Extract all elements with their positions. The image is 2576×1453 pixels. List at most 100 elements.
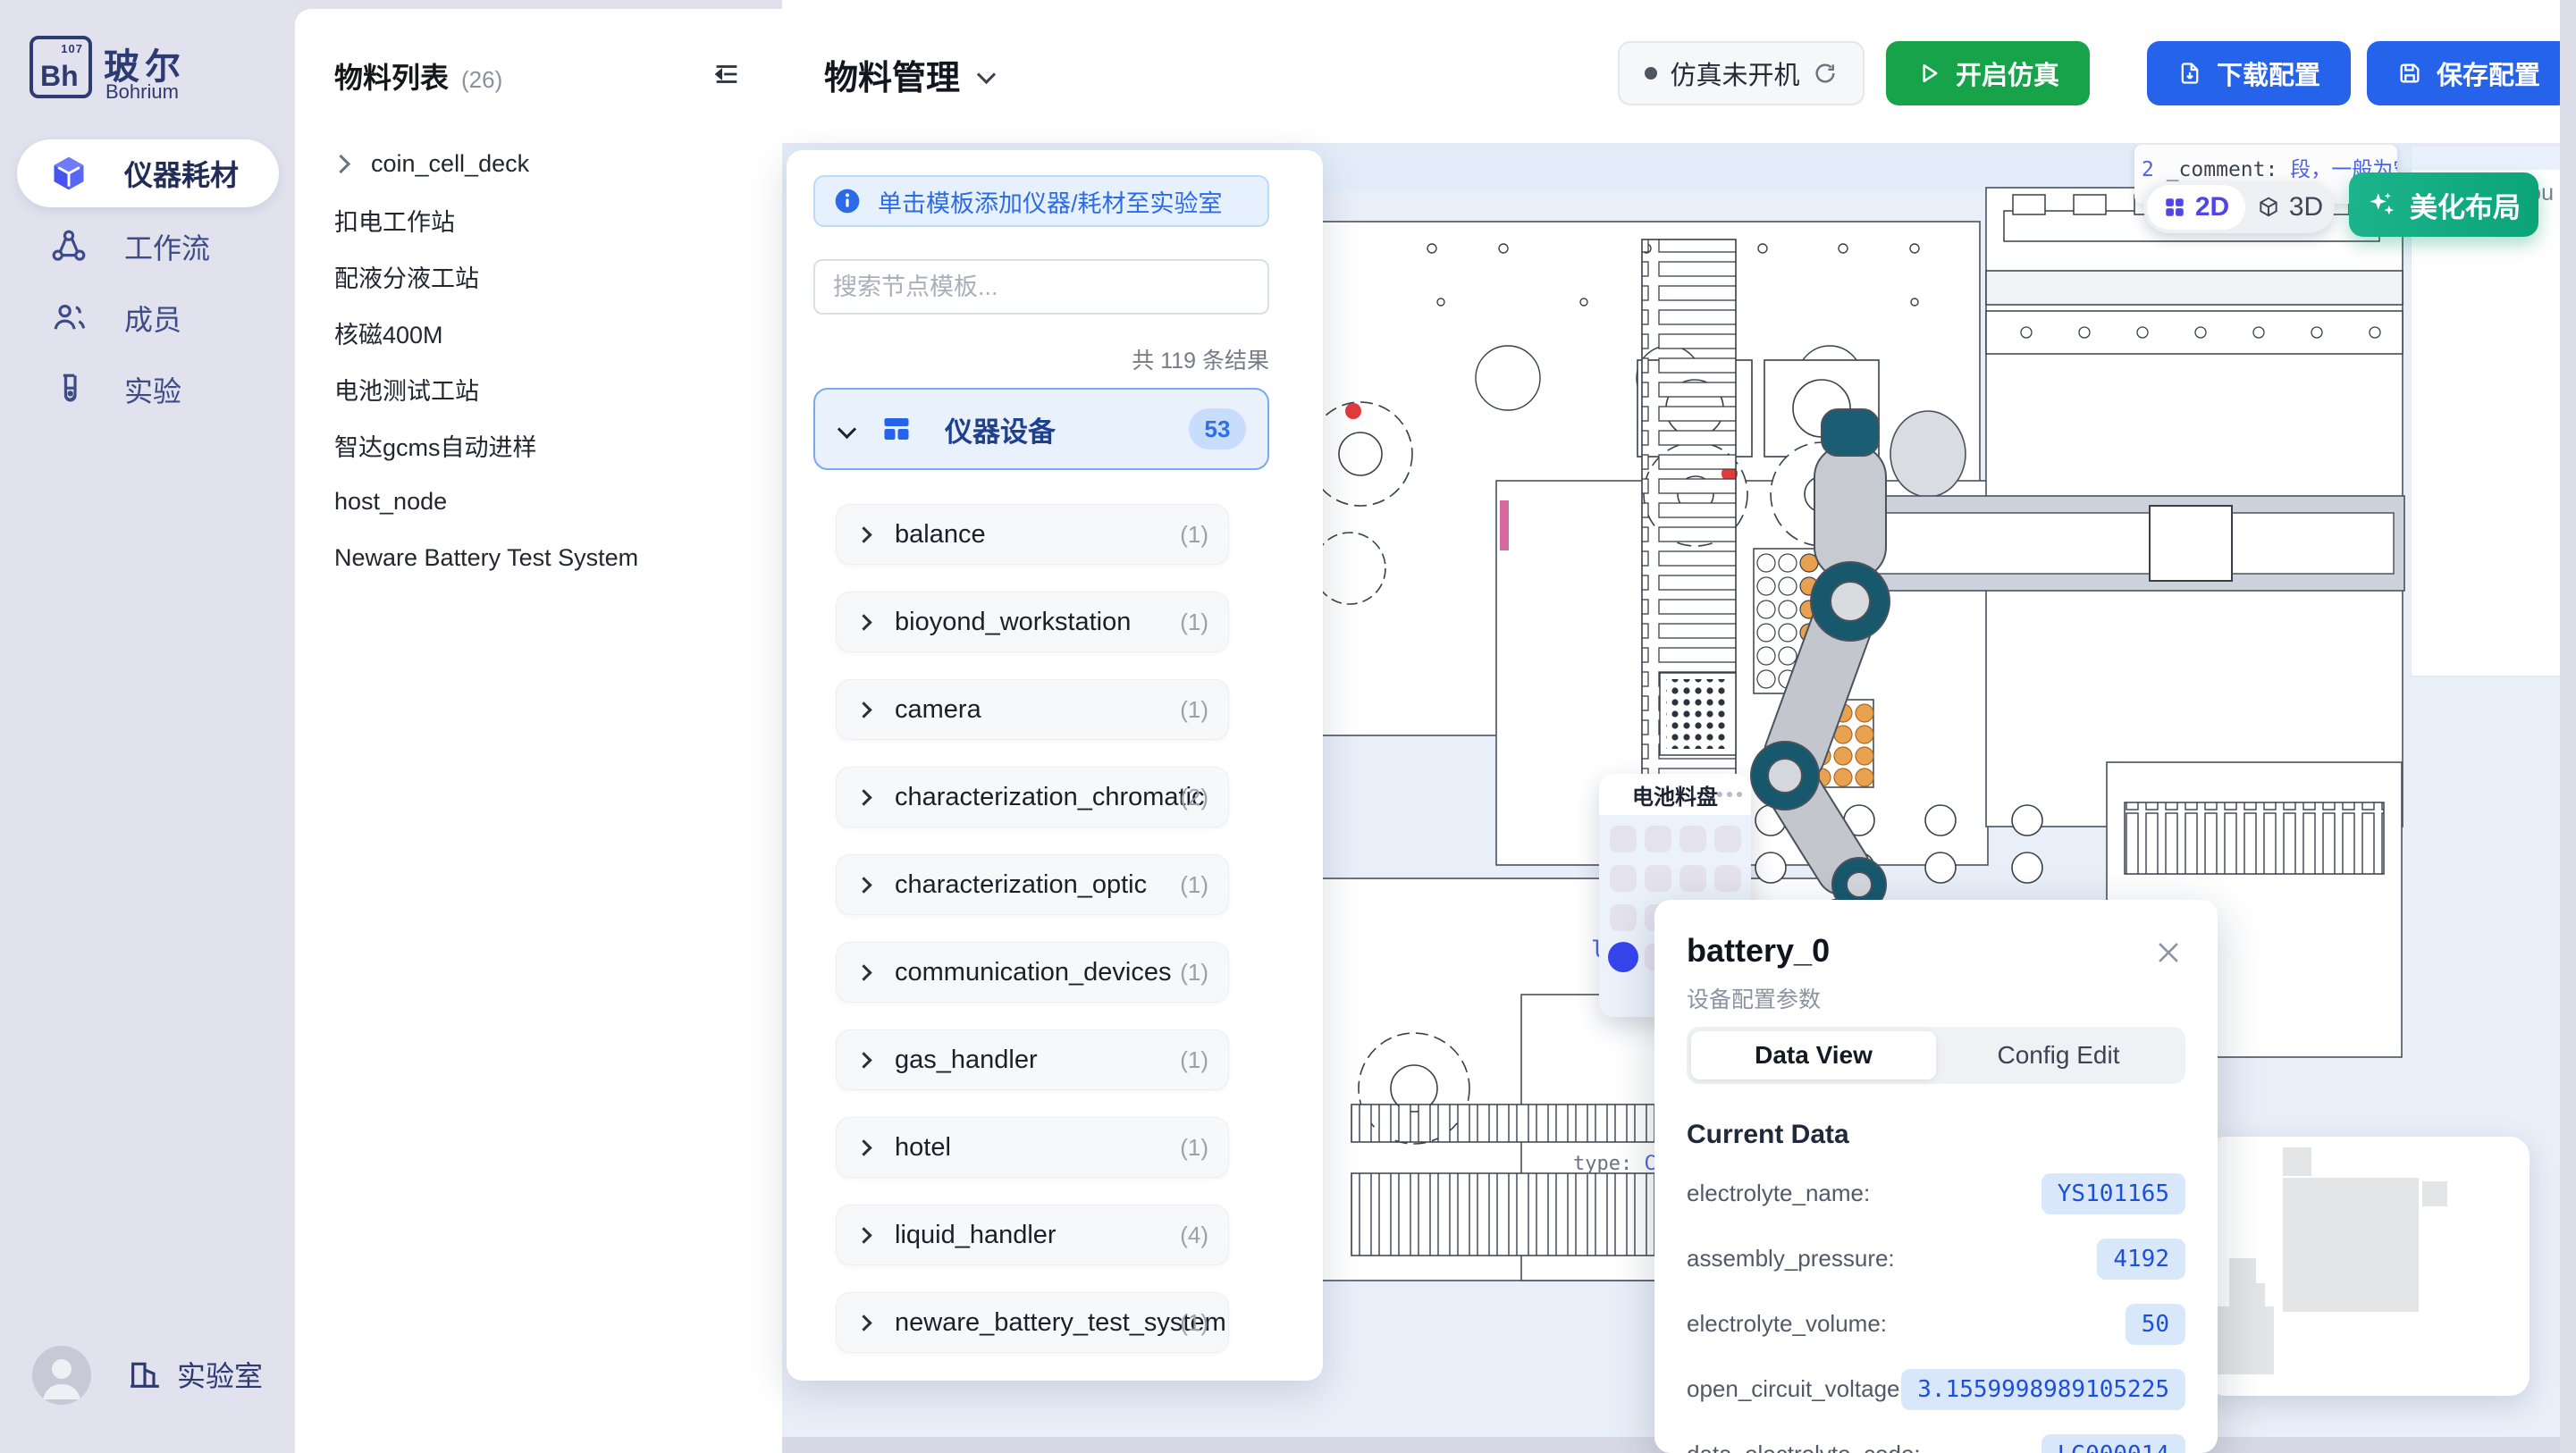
category-camera[interactable]: camera (1) (836, 679, 1229, 740)
category-characterization_optic[interactable]: characterization_optic(1) (836, 854, 1229, 915)
category-label: neware_battery_test_system (895, 1308, 1226, 1338)
cube-icon (49, 154, 88, 193)
sidebar-item-instruments[interactable]: 仪器耗材 (17, 139, 279, 207)
logo-symbol: Bh (40, 60, 79, 93)
download-file-icon (2177, 61, 2202, 86)
more-menu-icon[interactable] (1717, 792, 1742, 797)
status-dot (1645, 67, 1657, 80)
battery-config-popup: battery_0 设备配置参数 Data View Config Edit C… (1654, 900, 2218, 1453)
beautify-layout-button[interactable]: 美化布局 (2349, 172, 2538, 237)
current-data-heading: Current Data (1687, 1120, 1849, 1150)
data-row-label: electrolyte_name: (1687, 1180, 1870, 1207)
tray-cell[interactable] (1679, 865, 1706, 892)
sidebar-item-laboratory[interactable]: 实验室 (127, 1354, 263, 1395)
materials-title: 物料列表 (334, 55, 449, 97)
app-root: 107 Bh 玻尔 Bohrium 仪器耗材 (0, 0, 2576, 1453)
tray-cell[interactable] (1714, 826, 1741, 852)
category-label: camera (895, 695, 981, 725)
material-item-label: host_node (334, 488, 447, 516)
material-item[interactable]: 智达gcms自动进样 (295, 417, 782, 474)
category-neware_battery_test_system[interactable]: neware_battery_test_system(1) (836, 1292, 1229, 1353)
materials-count: (26) (461, 66, 502, 94)
chevron-right-icon (855, 701, 871, 718)
simulation-status-pill[interactable]: 仿真未开机 (1618, 41, 1865, 105)
tab-config-edit[interactable]: Config Edit (1936, 1031, 2181, 1079)
material-item-label: 核磁400M (334, 315, 443, 350)
template-panel: 单击模板添加仪器/耗材至实验室 共 119 条结果 仪器设备 53 balanc… (787, 150, 1323, 1381)
category-communication_devices[interactable]: communication_devices (1) (836, 942, 1229, 1003)
category-hotel[interactable]: hotel (1) (836, 1117, 1229, 1178)
save-config-label: 保存配置 (2437, 55, 2540, 92)
category-count: (1) (1180, 696, 1208, 724)
tray-cell[interactable] (1645, 826, 1671, 852)
view-3d-button[interactable]: 3D (2245, 192, 2335, 223)
refresh-icon[interactable] (1813, 61, 1838, 86)
tray-cell[interactable] (1610, 826, 1637, 852)
data-row-label: open_circuit_voltage: (1687, 1375, 1907, 1403)
popup-tabs: Data View Config Edit (1687, 1027, 2185, 1084)
tray-cell-selected[interactable] (1608, 942, 1638, 972)
chevron-down-icon (977, 65, 996, 84)
material-item[interactable]: 电池测试工站 (295, 361, 782, 417)
category-gas_handler[interactable]: gas_handler (1) (836, 1029, 1229, 1090)
tray-cell[interactable] (1714, 865, 1741, 892)
chevron-right-icon (332, 155, 350, 173)
collapse-panel-icon[interactable] (711, 59, 743, 89)
test-tube-icon (49, 370, 88, 409)
sidebar-item-label: 仪器耗材 (124, 153, 239, 194)
view-2d-button[interactable]: 2D (2147, 185, 2245, 230)
category-count: (1) (1180, 1046, 1208, 1074)
category-label: bioyond_workstation (895, 608, 1131, 637)
category-liquid_handler[interactable]: liquid_handler(4) (836, 1205, 1229, 1265)
workflow-icon (49, 227, 88, 266)
category-label: gas_handler (895, 1046, 1038, 1075)
category-label: balance (895, 520, 986, 550)
material-item[interactable]: host_node (295, 474, 782, 530)
save-config-button[interactable]: 保存配置 (2367, 41, 2571, 105)
right-scroll-gutter[interactable] (2560, 0, 2576, 1453)
page-title: 物料管理 (824, 50, 960, 99)
tray-cell[interactable] (1610, 904, 1637, 931)
data-row-label: electrolyte_volume: (1687, 1310, 1887, 1338)
category-characterization_chromatic[interactable]: characterization_chromatic(2) (836, 767, 1229, 827)
minimap[interactable] (2206, 1137, 2530, 1396)
materials-panel: 物料列表 (26) coin_cell_deck扣电工作站配液分液工站核磁400… (295, 9, 782, 1453)
chevron-right-icon (855, 614, 871, 630)
view-mode-toggle: 2D 3D (2143, 181, 2335, 233)
tray-cell[interactable] (1679, 826, 1706, 852)
material-item[interactable]: 核磁400M (295, 305, 782, 361)
tray-cell[interactable] (1610, 865, 1637, 892)
page-title-dropdown[interactable]: 物料管理 (824, 50, 993, 99)
tab-data-view[interactable]: Data View (1691, 1031, 1936, 1079)
data-row: electrolyte_name:YS101165 (1687, 1161, 2185, 1226)
category-count: (1) (1180, 1134, 1208, 1162)
category-count: (1) (1180, 871, 1208, 899)
material-item[interactable]: coin_cell_deck (295, 136, 782, 192)
chevron-right-icon (855, 964, 871, 980)
data-row: electrolyte_volume:50 (1687, 1291, 2185, 1356)
category-count: (1) (1180, 959, 1208, 987)
data-row: open_circuit_voltage:3.1559998989105225 (1687, 1356, 2185, 1422)
material-item[interactable]: 扣电工作站 (295, 192, 782, 248)
material-item[interactable]: Neware Battery Test System (295, 530, 782, 586)
category-balance[interactable]: balance(1) (836, 504, 1229, 565)
category-count: (1) (1180, 1309, 1208, 1337)
start-simulation-button[interactable]: 开启仿真 (1886, 41, 2090, 105)
tray-cell[interactable] (1645, 865, 1671, 892)
user-avatar[interactable] (32, 1346, 91, 1405)
battery-tray-title: 电池料盘 (1632, 779, 1718, 810)
category-label: communication_devices (895, 958, 1171, 987)
category-bioyond_workstation[interactable]: bioyond_workstation(1) (836, 592, 1229, 652)
category-label: liquid_handler (895, 1221, 1056, 1250)
material-item-label: 电池测试工站 (334, 372, 479, 407)
category-label: hotel (895, 1133, 951, 1163)
save-icon (2397, 61, 2422, 86)
sidebar-item-experiments[interactable]: 实验 (17, 360, 279, 419)
sidebar-item-workflow[interactable]: 工作流 (17, 217, 279, 276)
close-icon[interactable] (2153, 937, 2184, 968)
download-config-button[interactable]: 下载配置 (2147, 41, 2351, 105)
sidebar-item-label: 实验 (124, 369, 181, 410)
material-item[interactable]: 配液分液工站 (295, 248, 782, 305)
view-2d-label: 2D (2195, 192, 2229, 223)
sidebar-item-members[interactable]: 成员 (17, 289, 279, 348)
